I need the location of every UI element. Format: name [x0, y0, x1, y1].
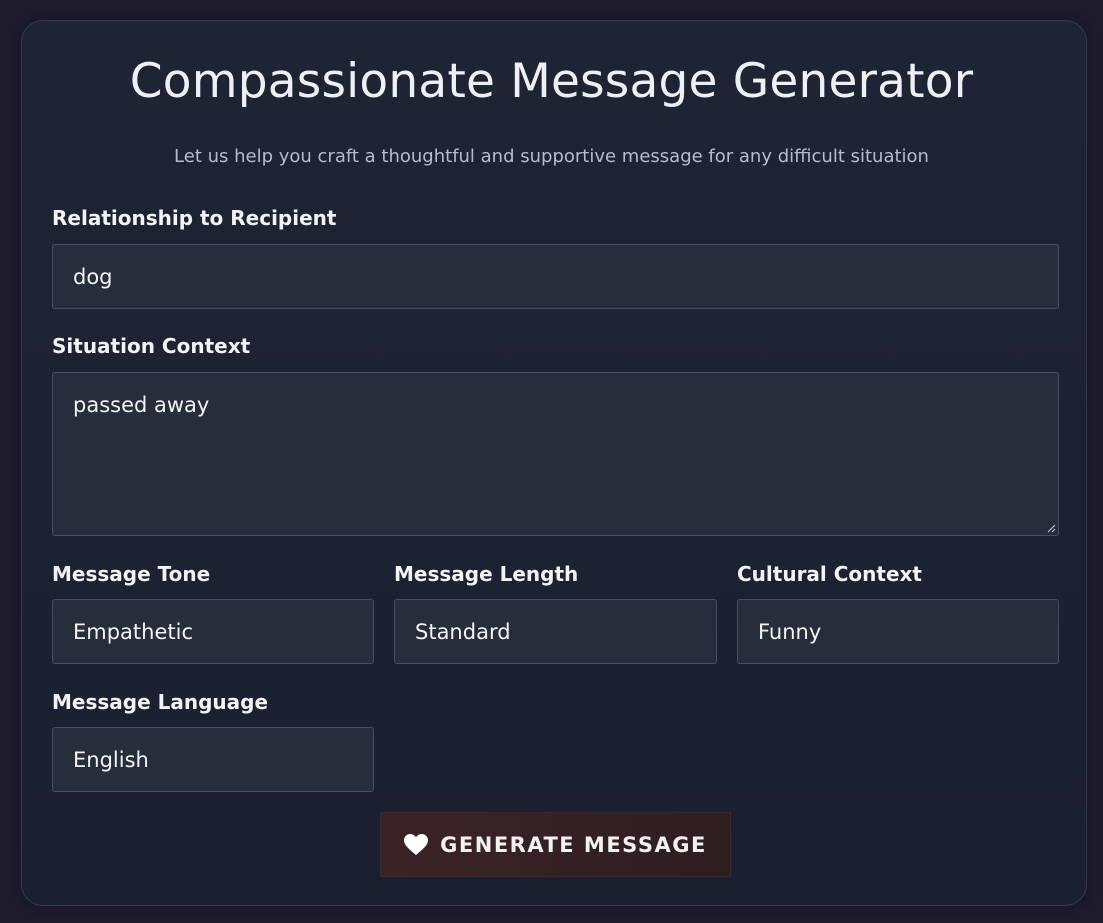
cultural-value: Funny — [758, 619, 822, 644]
page-subtitle: Let us help you craft a thoughtful and s… — [174, 146, 929, 167]
heart-icon — [404, 833, 429, 855]
generate-message-label: GENERATE MESSAGE — [440, 832, 707, 857]
cultural-input[interactable]: Funny — [737, 599, 1059, 664]
tone-label: Message Tone — [52, 562, 211, 586]
relationship-label: Relationship to Recipient — [52, 206, 337, 230]
length-value: Standard — [415, 619, 511, 644]
relationship-value: dog — [73, 264, 113, 289]
page-title: Compassionate Message Generator — [129, 54, 974, 109]
resize-handle-icon[interactable] — [1047, 524, 1056, 533]
relationship-input[interactable]: dog — [52, 244, 1059, 309]
language-label: Message Language — [52, 690, 269, 714]
situation-label: Situation Context — [52, 334, 251, 358]
situation-textarea[interactable]: passed away — [52, 372, 1059, 536]
cultural-label: Cultural Context — [737, 562, 922, 586]
length-label: Message Length — [394, 562, 579, 586]
language-input[interactable]: English — [52, 727, 374, 792]
situation-value: passed away — [73, 393, 210, 417]
tone-input[interactable]: Empathetic — [52, 599, 374, 664]
generate-message-button[interactable]: GENERATE MESSAGE — [380, 812, 731, 877]
length-input[interactable]: Standard — [394, 599, 717, 664]
language-value: English — [73, 747, 149, 772]
tone-value: Empathetic — [73, 619, 194, 644]
